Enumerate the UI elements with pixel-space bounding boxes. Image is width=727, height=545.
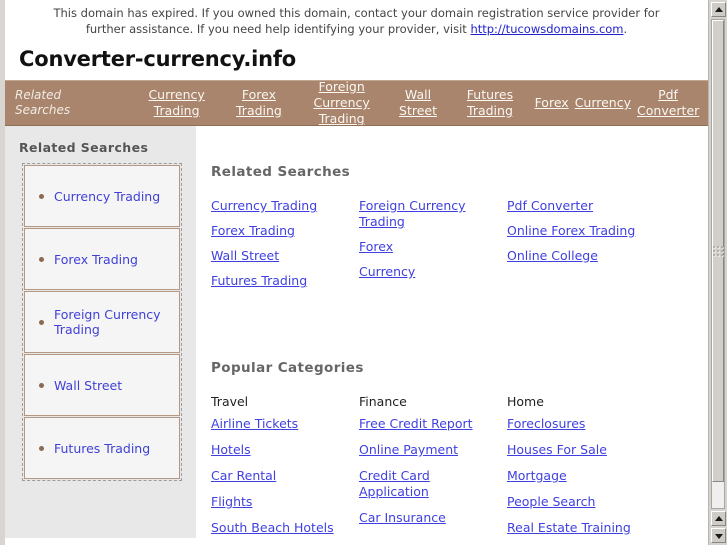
category-link[interactable]: Hotels: [211, 442, 351, 458]
notice-text-after: .: [623, 22, 628, 36]
related-searches-column-1: Currency Trading Forex Trading Wall Stre…: [211, 198, 359, 298]
bullet-icon: [39, 256, 44, 262]
sidebar-item-futures-trading[interactable]: Futures Trading: [24, 417, 180, 479]
related-link[interactable]: Currency: [359, 264, 499, 280]
sidebar-items-box: Currency Trading Forex Trading Foreign C…: [22, 163, 182, 481]
page-canvas: This domain has expired. If you owned th…: [0, 0, 708, 545]
bullet-icon: [39, 319, 44, 325]
popular-categories-columns: Travel Airline Tickets Hotels Car Rental…: [211, 394, 708, 545]
domain-expired-notice: This domain has expired. If you owned th…: [5, 0, 708, 39]
scroll-down-button[interactable]: [711, 528, 726, 543]
category-heading: Finance: [359, 394, 407, 409]
bullet-icon: [39, 445, 44, 451]
nav-link-pdf-converter[interactable]: Pdf Converter: [634, 87, 702, 119]
related-link[interactable]: Online Forex Trading: [507, 223, 647, 239]
triangle-up-icon: [714, 515, 723, 521]
nav-link-foreign-currency-trading[interactable]: Foreign Currency Trading: [296, 81, 388, 125]
bullet-icon: [39, 382, 44, 388]
category-link[interactable]: Airline Tickets: [211, 416, 351, 432]
category-column-travel: Travel Airline Tickets Hotels Car Rental…: [211, 394, 359, 545]
related-searches-columns: Currency Trading Forex Trading Wall Stre…: [211, 198, 708, 298]
sidebar-link-label[interactable]: Currency Trading: [54, 189, 168, 204]
related-link[interactable]: Foreign Currency Trading: [359, 198, 499, 230]
triangle-down-icon: [714, 533, 723, 539]
category-link[interactable]: Car Rental: [211, 468, 351, 484]
sidebar: Related Searches Currency Trading Forex …: [5, 126, 196, 538]
related-link[interactable]: Pdf Converter: [507, 198, 647, 214]
body-wrapper: Related Searches Currency Trading Forex …: [5, 126, 708, 545]
top-navigation-bar: Related Searches Currency Trading Forex …: [5, 80, 708, 126]
related-link[interactable]: Online College: [507, 248, 647, 264]
category-column-finance: Finance Free Credit Report Online Paymen…: [359, 394, 507, 545]
category-column-home: Home Foreclosures Houses For Sale Mortga…: [507, 394, 687, 545]
nav-link-currency-trading[interactable]: Currency Trading: [131, 87, 222, 119]
category-link[interactable]: Foreclosures: [507, 416, 647, 432]
nav-links: Currency Trading Forex Trading Foreign C…: [93, 81, 704, 125]
sidebar-item-foreign-currency-trading[interactable]: Foreign Currency Trading: [24, 291, 180, 353]
browser-viewport: This domain has expired. If you owned th…: [0, 0, 727, 545]
nav-link-forex[interactable]: Forex: [532, 95, 572, 111]
related-link[interactable]: Futures Trading: [211, 273, 351, 289]
category-link[interactable]: Mortgage: [507, 468, 647, 484]
category-link[interactable]: People Search: [507, 494, 647, 510]
related-link[interactable]: Forex Trading: [211, 223, 351, 239]
sidebar-link-label[interactable]: Futures Trading: [54, 441, 158, 456]
category-heading: Home: [507, 394, 544, 409]
nav-link-wall-street[interactable]: Wall Street: [388, 87, 449, 119]
category-link[interactable]: Online Payment: [359, 442, 499, 458]
sidebar-item-wall-street[interactable]: Wall Street: [24, 354, 180, 416]
category-heading: Travel: [211, 394, 249, 409]
related-link[interactable]: Forex: [359, 239, 499, 255]
nav-link-currency[interactable]: Currency: [572, 95, 634, 111]
nav-label: Related Searches: [15, 88, 71, 117]
bullet-icon: [39, 193, 44, 199]
category-link[interactable]: Real Estate Training: [507, 520, 647, 536]
scroll-up-button[interactable]: [711, 2, 726, 17]
sidebar-heading: Related Searches: [19, 140, 149, 155]
scrollbar-track[interactable]: [711, 19, 725, 509]
grip-icon: [712, 245, 724, 257]
sidebar-item-forex-trading[interactable]: Forex Trading: [24, 228, 180, 290]
scroll-up-button-bottom[interactable]: [711, 511, 726, 526]
nav-link-futures-trading[interactable]: Futures Trading: [448, 87, 531, 119]
sidebar-link-label[interactable]: Wall Street: [54, 378, 130, 393]
related-searches-title: Related Searches: [211, 164, 351, 180]
sidebar-link-label[interactable]: Foreign Currency Trading: [54, 307, 179, 337]
nav-link-forex-trading[interactable]: Forex Trading: [222, 87, 295, 119]
category-link[interactable]: Flights: [211, 494, 351, 510]
category-link[interactable]: Free Credit Report: [359, 416, 499, 432]
related-link[interactable]: Wall Street: [211, 248, 351, 264]
tucows-domains-link[interactable]: http://tucowsdomains.com: [470, 22, 623, 36]
related-searches-column-2: Foreign Currency Trading Forex Currency: [359, 198, 507, 298]
related-link[interactable]: Currency Trading: [211, 198, 351, 214]
sidebar-link-label[interactable]: Forex Trading: [54, 252, 146, 267]
category-link[interactable]: Car Insurance: [359, 510, 499, 526]
category-link[interactable]: Houses For Sale: [507, 442, 647, 458]
sidebar-item-currency-trading[interactable]: Currency Trading: [24, 165, 180, 227]
scrollbar-thumb[interactable]: [712, 20, 724, 482]
vertical-scrollbar[interactable]: [708, 0, 727, 545]
category-link[interactable]: South Beach Hotels: [211, 520, 351, 536]
popular-categories-title: Popular Categories: [211, 360, 364, 376]
related-searches-column-3: Pdf Converter Online Forex Trading Onlin…: [507, 198, 687, 298]
triangle-up-icon: [714, 6, 723, 12]
page-title: Converter-currency.info: [19, 47, 297, 71]
main-content: Related Searches Currency Trading Forex …: [196, 126, 708, 545]
category-link[interactable]: Credit Card Application: [359, 468, 499, 500]
